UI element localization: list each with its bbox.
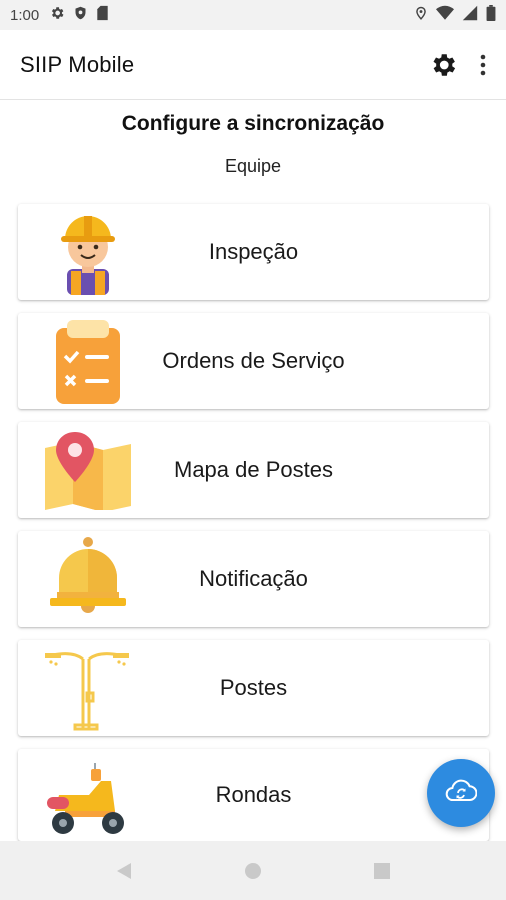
home-icon[interactable] [233,851,273,891]
page-title: Configure a sincronização [121,112,385,135]
menu-label: Mapa de Postes [174,457,333,482]
menu-card-mapa-de-postes[interactable]: Mapa de Postes [18,422,489,518]
status-right-icons [414,5,496,25]
gear-icon [49,5,65,25]
signal-icon [462,5,478,25]
back-icon[interactable] [104,851,144,891]
menu-card-ordens-de-servico[interactable]: Ordens de Serviço [18,313,489,409]
sd-card-icon [96,5,109,25]
cloud-sync-icon [445,778,478,809]
battery-icon [486,5,496,25]
system-nav-bar [0,841,506,900]
shield-icon [73,5,88,25]
app-bar-actions [428,50,486,80]
sync-fab-button[interactable] [427,759,495,827]
status-time: 1:00 [10,6,40,24]
status-bar: 1:00 [0,0,506,30]
menu-label: Postes [219,675,288,700]
settings-gear-icon[interactable] [428,50,458,80]
menu-label: Notificação [199,566,308,591]
menu-card-postes[interactable]: Postes [18,640,489,736]
menu-label: Ordens de Serviço [162,348,345,373]
recents-icon[interactable] [362,851,402,891]
page-subtitle: Equipe [224,156,282,176]
status-left-icons [49,5,109,25]
wifi-icon [436,5,454,25]
location-icon [414,5,428,25]
app-title: SIIP Mobile [20,51,135,77]
more-vert-icon[interactable] [480,54,486,76]
menu-card-inspecao[interactable]: Inspeção [18,204,489,300]
menu-card-rondas[interactable]: Rondas [18,749,489,841]
app-bar: SIIP Mobile [0,30,506,100]
menu-label: Inspeção [208,239,299,264]
menu-label: Rondas [215,782,292,807]
menu-card-notificacao[interactable]: Notificação [18,531,489,627]
